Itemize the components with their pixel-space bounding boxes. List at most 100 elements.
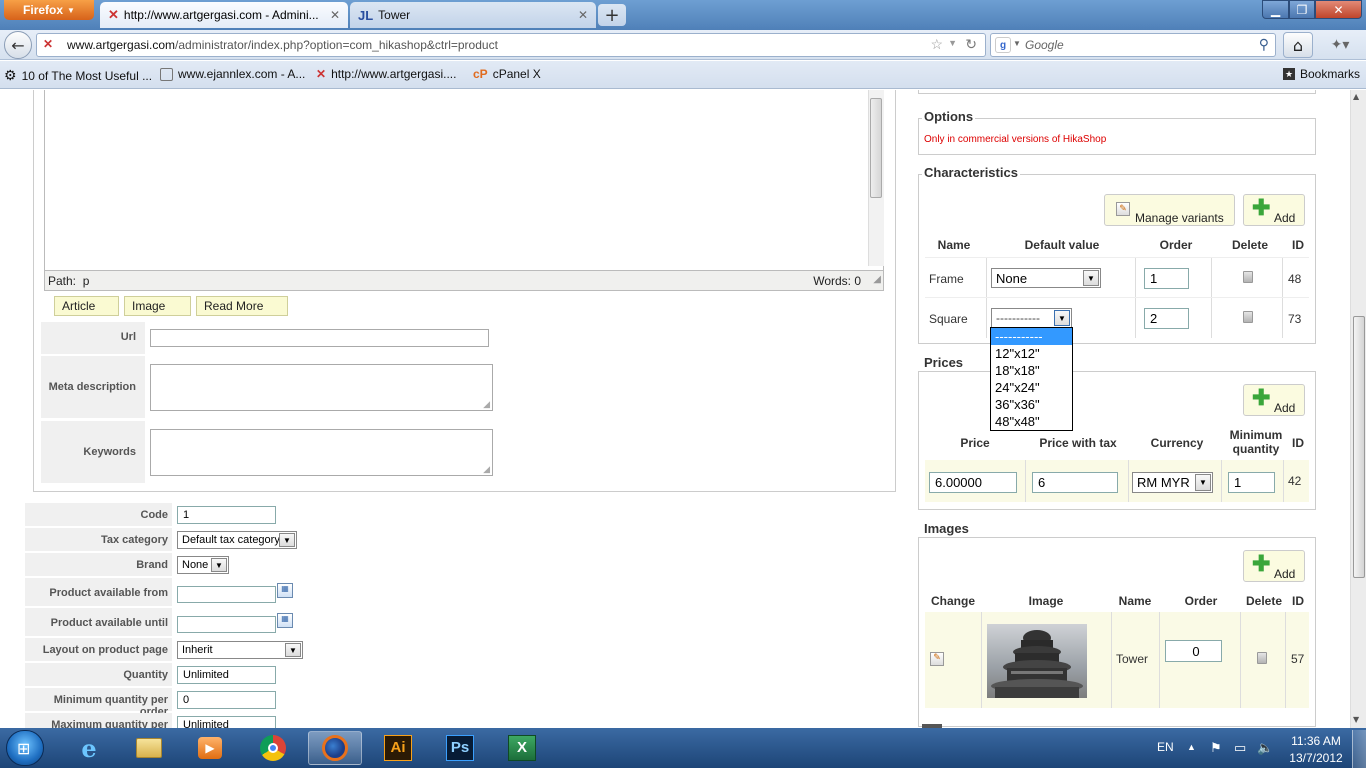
delete-icon[interactable]: [1243, 271, 1253, 283]
tab-tower[interactable]: JL Tower ✕: [350, 2, 596, 28]
delete-icon[interactable]: [1243, 311, 1253, 323]
dropdown-option[interactable]: -----------: [991, 328, 1072, 345]
addon-button[interactable]: ✦▾: [1318, 32, 1362, 58]
resize-grip-icon[interactable]: ◢: [483, 400, 490, 410]
scroll-thumb[interactable]: [870, 98, 882, 198]
taskbar-ie[interactable]: e: [62, 731, 116, 765]
article-button[interactable]: Article: [54, 296, 119, 316]
square-default-select[interactable]: ----------- ▼: [991, 308, 1072, 328]
manage-variants-button[interactable]: ✎ Manage variants: [1104, 194, 1235, 226]
tax-category-select[interactable]: Default tax category ▼: [177, 531, 297, 549]
resize-grip-icon[interactable]: ◢: [483, 465, 490, 475]
address-bar[interactable]: ✕ www.artgergasi.com/administrator/index…: [36, 33, 986, 57]
bookmark-item[interactable]: cP cPanel X: [473, 67, 541, 81]
page-scrollbar[interactable]: ▲ ▼: [1350, 90, 1366, 728]
close-tab-icon[interactable]: ✕: [578, 8, 588, 22]
start-button[interactable]: ⊞: [6, 730, 44, 766]
show-desktop-button[interactable]: [1352, 730, 1366, 768]
taskbar-excel[interactable]: X: [495, 731, 549, 765]
dropdown-option[interactable]: 48"x48": [991, 413, 1072, 430]
read-more-button[interactable]: Read More: [196, 296, 288, 316]
image-button[interactable]: Image: [124, 296, 191, 316]
dropdown-option[interactable]: 12"x12": [991, 345, 1072, 362]
article-button-label: Article: [62, 299, 96, 313]
url-input[interactable]: [150, 329, 489, 347]
home-button[interactable]: ⌂: [1283, 32, 1313, 58]
min-quantity-input[interactable]: 0: [177, 691, 276, 709]
flag-icon[interactable]: ⚑: [1210, 740, 1222, 756]
scroll-down-icon[interactable]: ▼: [1353, 715, 1359, 724]
add-image-button[interactable]: ✚ Add: [1243, 550, 1305, 582]
scroll-thumb[interactable]: [1353, 316, 1365, 578]
available-from-input[interactable]: [177, 586, 276, 603]
price-input[interactable]: 6.00000: [929, 472, 1017, 493]
editor-scrollbar[interactable]: [868, 90, 884, 266]
bookmarks-menu[interactable]: ★ Bookmarks: [1283, 67, 1360, 81]
dropdown-option[interactable]: 18"x18": [991, 362, 1072, 379]
min-quantity-price-input[interactable]: 1: [1228, 472, 1275, 493]
tab-admin[interactable]: ✕ http://www.artgergasi.com - Admini... …: [100, 2, 348, 28]
language-indicator[interactable]: EN: [1157, 740, 1174, 754]
price-with-tax-input[interactable]: 6: [1032, 472, 1118, 493]
close-window-button[interactable]: ✕: [1315, 0, 1362, 19]
clock-time[interactable]: 11:36 AM: [1290, 734, 1342, 748]
network-icon[interactable]: ▭: [1234, 740, 1246, 756]
add-characteristic-button[interactable]: ✚ Add: [1243, 194, 1305, 226]
minimize-button[interactable]: ▁: [1262, 0, 1289, 19]
taskbar-media-player[interactable]: ▶: [183, 731, 237, 765]
firefox-menu-button[interactable]: Firefox ▼: [4, 0, 94, 20]
search-icon[interactable]: ⚲: [1259, 36, 1269, 53]
meta-description-textarea[interactable]: ◢: [150, 364, 493, 411]
frame-order-input[interactable]: 1: [1144, 268, 1189, 289]
column-header: Price with tax: [1039, 436, 1117, 450]
scroll-up-icon[interactable]: ▲: [1353, 92, 1359, 101]
resize-grip-icon[interactable]: ◢: [873, 274, 881, 285]
dropdown-option[interactable]: 24"x24": [991, 379, 1072, 396]
bookmark-label: cPanel X: [492, 67, 541, 81]
delete-icon[interactable]: [1257, 652, 1267, 664]
dropdown-option[interactable]: 36"x36": [991, 396, 1072, 413]
keywords-textarea[interactable]: ◢: [150, 429, 493, 476]
code-input[interactable]: 1: [177, 506, 276, 524]
clock-date[interactable]: 13/7/2012: [1286, 751, 1346, 765]
editor-text-area[interactable]: [44, 90, 884, 288]
currency-select[interactable]: RM MYR ▼: [1132, 472, 1213, 493]
gear-icon: ⚙: [4, 67, 17, 83]
search-bar[interactable]: g ▼ Google ⚲: [990, 33, 1276, 57]
square-default-dropdown[interactable]: ----------- 12"x12" 18"x18" 24"x24" 36"x…: [990, 327, 1073, 431]
layout-select[interactable]: Inherit ▼: [177, 641, 303, 659]
show-hidden-icons[interactable]: ▲: [1187, 742, 1196, 752]
taskbar-explorer[interactable]: [122, 731, 176, 765]
volume-icon[interactable]: 🔈: [1257, 740, 1273, 756]
path-label: Path:: [48, 273, 77, 288]
close-tab-icon[interactable]: ✕: [330, 8, 340, 22]
bookmark-item[interactable]: www.ejannlex.com - A...: [160, 67, 305, 81]
calendar-icon[interactable]: ▦: [277, 613, 293, 628]
frame-default-select[interactable]: None ▼: [991, 268, 1101, 288]
maximize-button[interactable]: ❐: [1289, 0, 1315, 19]
taskbar-chrome[interactable]: [246, 731, 300, 765]
history-dropdown-icon[interactable]: ▼: [948, 38, 957, 48]
add-price-button[interactable]: ✚ Add: [1243, 384, 1305, 416]
bookmark-item[interactable]: ✕ http://www.artgergasi....: [316, 67, 456, 81]
edit-icon[interactable]: ✎: [930, 652, 944, 666]
calendar-icon[interactable]: ▦: [277, 583, 293, 598]
brand-select[interactable]: None ▼: [177, 556, 229, 574]
back-button[interactable]: ←: [4, 31, 32, 59]
tower-image[interactable]: [987, 624, 1087, 698]
taskbar-photoshop[interactable]: Ps: [433, 731, 487, 765]
new-tab-button[interactable]: +: [598, 4, 626, 26]
available-until-input[interactable]: [177, 616, 276, 633]
quantity-input[interactable]: Unlimited: [177, 666, 276, 684]
firefox-menu-label: Firefox: [23, 3, 64, 17]
google-icon[interactable]: g: [995, 37, 1011, 53]
reload-icon[interactable]: ↻: [965, 36, 977, 53]
options-note: Only in commercial versions of HikaShop: [924, 134, 1107, 145]
square-order-input[interactable]: 2: [1144, 308, 1189, 329]
taskbar-illustrator[interactable]: Ai: [371, 731, 425, 765]
bookmark-item[interactable]: ⚙ 10 of The Most Useful ...: [4, 67, 152, 84]
image-order-input[interactable]: 0: [1165, 640, 1222, 662]
bookmark-star-icon[interactable]: ☆: [930, 36, 943, 53]
taskbar-firefox[interactable]: [308, 731, 362, 765]
max-quantity-input[interactable]: Unlimited: [177, 716, 276, 728]
